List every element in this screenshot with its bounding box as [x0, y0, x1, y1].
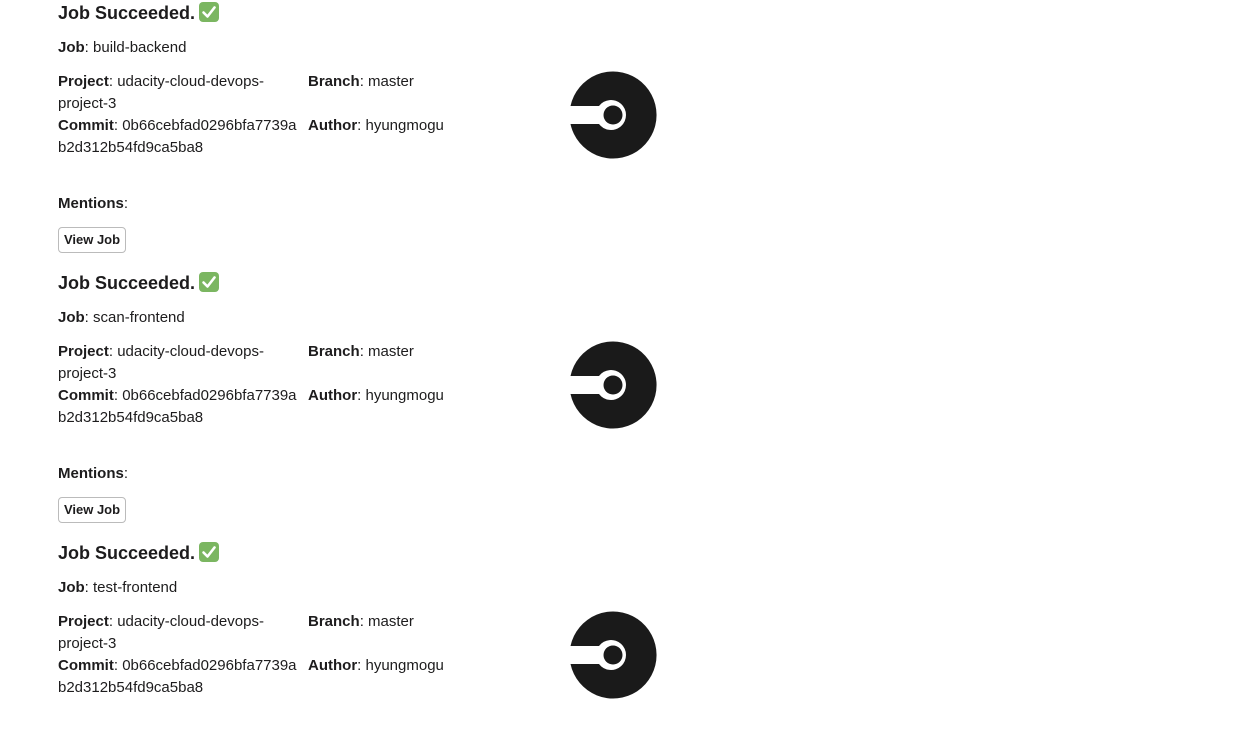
commit-field: Commit: 0b66cebfad0296bfa7739ab2d312b54f… [58, 657, 297, 696]
message-title: Job Succeeded. [58, 541, 220, 565]
view-job-button[interactable]: View Job [58, 227, 126, 253]
job-name: scan-frontend [93, 309, 185, 326]
branch-field: Branch: master [308, 613, 414, 630]
mentions-field: Mentions: [58, 465, 129, 482]
check-mark-button-icon [199, 272, 220, 292]
project-field: Project: udacity-cloud-devops-project-3 [58, 73, 264, 112]
branch-name: master [368, 343, 414, 360]
circleci-logo [568, 610, 658, 700]
project-field: Project: udacity-cloud-devops-project-3 [58, 613, 264, 652]
author-field: Author: hyungmogu [308, 117, 444, 134]
message-title: Job Succeeded. [58, 1, 220, 25]
commit-field: Commit: 0b66cebfad0296bfa7739ab2d312b54f… [58, 387, 297, 426]
job-name: test-frontend [93, 579, 178, 596]
branch-name: master [368, 613, 414, 630]
commit-field: Commit: 0b66cebfad0296bfa7739ab2d312b54f… [58, 117, 297, 156]
view-job-button[interactable]: View Job [58, 497, 126, 523]
check-mark-button-icon [199, 542, 220, 562]
author-name: hyungmogu [365, 117, 444, 134]
author-field: Author: hyungmogu [308, 657, 444, 674]
author-field: Author: hyungmogu [308, 387, 444, 404]
message-title: Job Succeeded. [58, 271, 220, 295]
author-name: hyungmogu [365, 387, 444, 404]
circleci-logo [568, 70, 658, 160]
branch-field: Branch: master [308, 343, 414, 360]
job-field: Job: test-frontend [58, 579, 178, 596]
circleci-logo [568, 340, 658, 430]
check-mark-button-icon [199, 2, 220, 22]
mentions-field: Mentions: [58, 195, 129, 212]
author-name: hyungmogu [365, 657, 444, 674]
project-field: Project: udacity-cloud-devops-project-3 [58, 343, 264, 382]
job-field: Job: build-backend [58, 39, 187, 56]
branch-name: master [368, 73, 414, 90]
branch-field: Branch: master [308, 73, 414, 90]
job-name: build-backend [93, 39, 187, 56]
job-field: Job: scan-frontend [58, 309, 185, 326]
